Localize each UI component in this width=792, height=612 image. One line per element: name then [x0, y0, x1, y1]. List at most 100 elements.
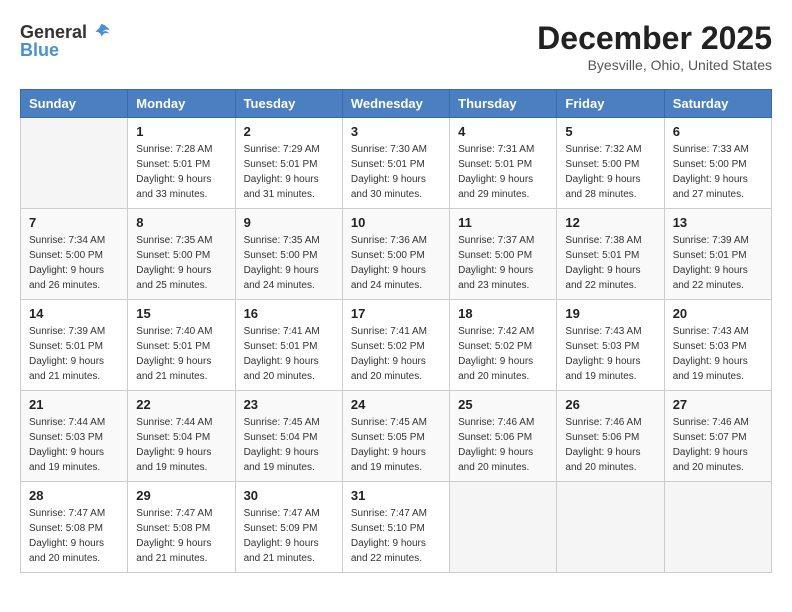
daylight-text: Daylight: 9 hours and 22 minutes. [673, 265, 748, 291]
table-row: 8 Sunrise: 7:35 AM Sunset: 5:00 PM Dayli… [128, 209, 235, 300]
calendar-week-row: 1 Sunrise: 7:28 AM Sunset: 5:01 PM Dayli… [21, 118, 772, 209]
table-row: 23 Sunrise: 7:45 AM Sunset: 5:04 PM Dayl… [235, 391, 342, 482]
sunrise-text: Sunrise: 7:45 AM [244, 417, 320, 428]
table-row [21, 118, 128, 209]
daylight-text: Daylight: 9 hours and 33 minutes. [136, 174, 211, 200]
day-info: Sunrise: 7:41 AM Sunset: 5:02 PM Dayligh… [351, 324, 441, 384]
sunrise-text: Sunrise: 7:34 AM [29, 235, 105, 246]
day-info: Sunrise: 7:39 AM Sunset: 5:01 PM Dayligh… [29, 324, 119, 384]
day-number: 23 [244, 397, 334, 412]
day-info: Sunrise: 7:43 AM Sunset: 5:03 PM Dayligh… [565, 324, 655, 384]
sunrise-text: Sunrise: 7:32 AM [565, 144, 641, 155]
day-number: 15 [136, 306, 226, 321]
day-number: 5 [565, 124, 655, 139]
sunset-text: Sunset: 5:04 PM [136, 432, 210, 443]
daylight-text: Daylight: 9 hours and 28 minutes. [565, 174, 640, 200]
sunset-text: Sunset: 5:01 PM [565, 250, 639, 261]
sunrise-text: Sunrise: 7:47 AM [244, 508, 320, 519]
daylight-text: Daylight: 9 hours and 20 minutes. [565, 447, 640, 473]
sunset-text: Sunset: 5:01 PM [136, 159, 210, 170]
sunset-text: Sunset: 5:03 PM [673, 341, 747, 352]
sunset-text: Sunset: 5:00 PM [29, 250, 103, 261]
daylight-text: Daylight: 9 hours and 22 minutes. [351, 538, 426, 564]
sunrise-text: Sunrise: 7:39 AM [29, 326, 105, 337]
daylight-text: Daylight: 9 hours and 21 minutes. [136, 356, 211, 382]
sunrise-text: Sunrise: 7:30 AM [351, 144, 427, 155]
days-header-row: Sunday Monday Tuesday Wednesday Thursday… [21, 90, 772, 118]
day-info: Sunrise: 7:35 AM Sunset: 5:00 PM Dayligh… [136, 233, 226, 293]
daylight-text: Daylight: 9 hours and 24 minutes. [351, 265, 426, 291]
day-info: Sunrise: 7:47 AM Sunset: 5:09 PM Dayligh… [244, 506, 334, 566]
table-row: 31 Sunrise: 7:47 AM Sunset: 5:10 PM Dayl… [342, 482, 449, 573]
sunrise-text: Sunrise: 7:38 AM [565, 235, 641, 246]
sunrise-text: Sunrise: 7:33 AM [673, 144, 749, 155]
sunset-text: Sunset: 5:01 PM [136, 341, 210, 352]
daylight-text: Daylight: 9 hours and 21 minutes. [244, 538, 319, 564]
day-number: 7 [29, 215, 119, 230]
table-row: 9 Sunrise: 7:35 AM Sunset: 5:00 PM Dayli… [235, 209, 342, 300]
daylight-text: Daylight: 9 hours and 20 minutes. [29, 538, 104, 564]
sunrise-text: Sunrise: 7:35 AM [244, 235, 320, 246]
daylight-text: Daylight: 9 hours and 29 minutes. [458, 174, 533, 200]
sunrise-text: Sunrise: 7:44 AM [29, 417, 105, 428]
table-row: 11 Sunrise: 7:37 AM Sunset: 5:00 PM Dayl… [450, 209, 557, 300]
sunrise-text: Sunrise: 7:39 AM [673, 235, 749, 246]
day-info: Sunrise: 7:44 AM Sunset: 5:03 PM Dayligh… [29, 415, 119, 475]
day-number: 2 [244, 124, 334, 139]
calendar-week-row: 28 Sunrise: 7:47 AM Sunset: 5:08 PM Dayl… [21, 482, 772, 573]
sunset-text: Sunset: 5:00 PM [673, 159, 747, 170]
table-row [664, 482, 771, 573]
sunset-text: Sunset: 5:06 PM [458, 432, 532, 443]
header-thursday: Thursday [450, 90, 557, 118]
daylight-text: Daylight: 9 hours and 19 minutes. [565, 356, 640, 382]
daylight-text: Daylight: 9 hours and 21 minutes. [136, 538, 211, 564]
sunset-text: Sunset: 5:03 PM [565, 341, 639, 352]
header-friday: Friday [557, 90, 664, 118]
day-number: 26 [565, 397, 655, 412]
day-info: Sunrise: 7:33 AM Sunset: 5:00 PM Dayligh… [673, 142, 763, 202]
table-row: 19 Sunrise: 7:43 AM Sunset: 5:03 PM Dayl… [557, 300, 664, 391]
table-row: 5 Sunrise: 7:32 AM Sunset: 5:00 PM Dayli… [557, 118, 664, 209]
table-row: 4 Sunrise: 7:31 AM Sunset: 5:01 PM Dayli… [450, 118, 557, 209]
table-row: 17 Sunrise: 7:41 AM Sunset: 5:02 PM Dayl… [342, 300, 449, 391]
sunrise-text: Sunrise: 7:45 AM [351, 417, 427, 428]
sunset-text: Sunset: 5:00 PM [565, 159, 639, 170]
day-info: Sunrise: 7:45 AM Sunset: 5:04 PM Dayligh… [244, 415, 334, 475]
daylight-text: Daylight: 9 hours and 20 minutes. [458, 356, 533, 382]
header-wednesday: Wednesday [342, 90, 449, 118]
day-info: Sunrise: 7:42 AM Sunset: 5:02 PM Dayligh… [458, 324, 548, 384]
daylight-text: Daylight: 9 hours and 20 minutes. [244, 356, 319, 382]
table-row: 28 Sunrise: 7:47 AM Sunset: 5:08 PM Dayl… [21, 482, 128, 573]
sunset-text: Sunset: 5:01 PM [673, 250, 747, 261]
table-row: 15 Sunrise: 7:40 AM Sunset: 5:01 PM Dayl… [128, 300, 235, 391]
sunrise-text: Sunrise: 7:37 AM [458, 235, 534, 246]
sunrise-text: Sunrise: 7:43 AM [565, 326, 641, 337]
table-row: 25 Sunrise: 7:46 AM Sunset: 5:06 PM Dayl… [450, 391, 557, 482]
daylight-text: Daylight: 9 hours and 22 minutes. [565, 265, 640, 291]
table-row: 29 Sunrise: 7:47 AM Sunset: 5:08 PM Dayl… [128, 482, 235, 573]
sunset-text: Sunset: 5:08 PM [29, 523, 103, 534]
daylight-text: Daylight: 9 hours and 31 minutes. [244, 174, 319, 200]
daylight-text: Daylight: 9 hours and 20 minutes. [458, 447, 533, 473]
day-number: 10 [351, 215, 441, 230]
sunset-text: Sunset: 5:03 PM [29, 432, 103, 443]
day-number: 22 [136, 397, 226, 412]
table-row: 18 Sunrise: 7:42 AM Sunset: 5:02 PM Dayl… [450, 300, 557, 391]
table-row: 20 Sunrise: 7:43 AM Sunset: 5:03 PM Dayl… [664, 300, 771, 391]
table-row [450, 482, 557, 573]
table-row: 10 Sunrise: 7:36 AM Sunset: 5:00 PM Dayl… [342, 209, 449, 300]
sunrise-text: Sunrise: 7:28 AM [136, 144, 212, 155]
logo-bird-icon [89, 20, 113, 44]
sunset-text: Sunset: 5:05 PM [351, 432, 425, 443]
daylight-text: Daylight: 9 hours and 21 minutes. [29, 356, 104, 382]
sunrise-text: Sunrise: 7:47 AM [29, 508, 105, 519]
sunrise-text: Sunrise: 7:46 AM [458, 417, 534, 428]
sunrise-text: Sunrise: 7:46 AM [565, 417, 641, 428]
day-info: Sunrise: 7:28 AM Sunset: 5:01 PM Dayligh… [136, 142, 226, 202]
day-info: Sunrise: 7:47 AM Sunset: 5:08 PM Dayligh… [136, 506, 226, 566]
day-info: Sunrise: 7:46 AM Sunset: 5:06 PM Dayligh… [565, 415, 655, 475]
day-number: 31 [351, 488, 441, 503]
table-row: 7 Sunrise: 7:34 AM Sunset: 5:00 PM Dayli… [21, 209, 128, 300]
sunrise-text: Sunrise: 7:36 AM [351, 235, 427, 246]
table-row: 14 Sunrise: 7:39 AM Sunset: 5:01 PM Dayl… [21, 300, 128, 391]
